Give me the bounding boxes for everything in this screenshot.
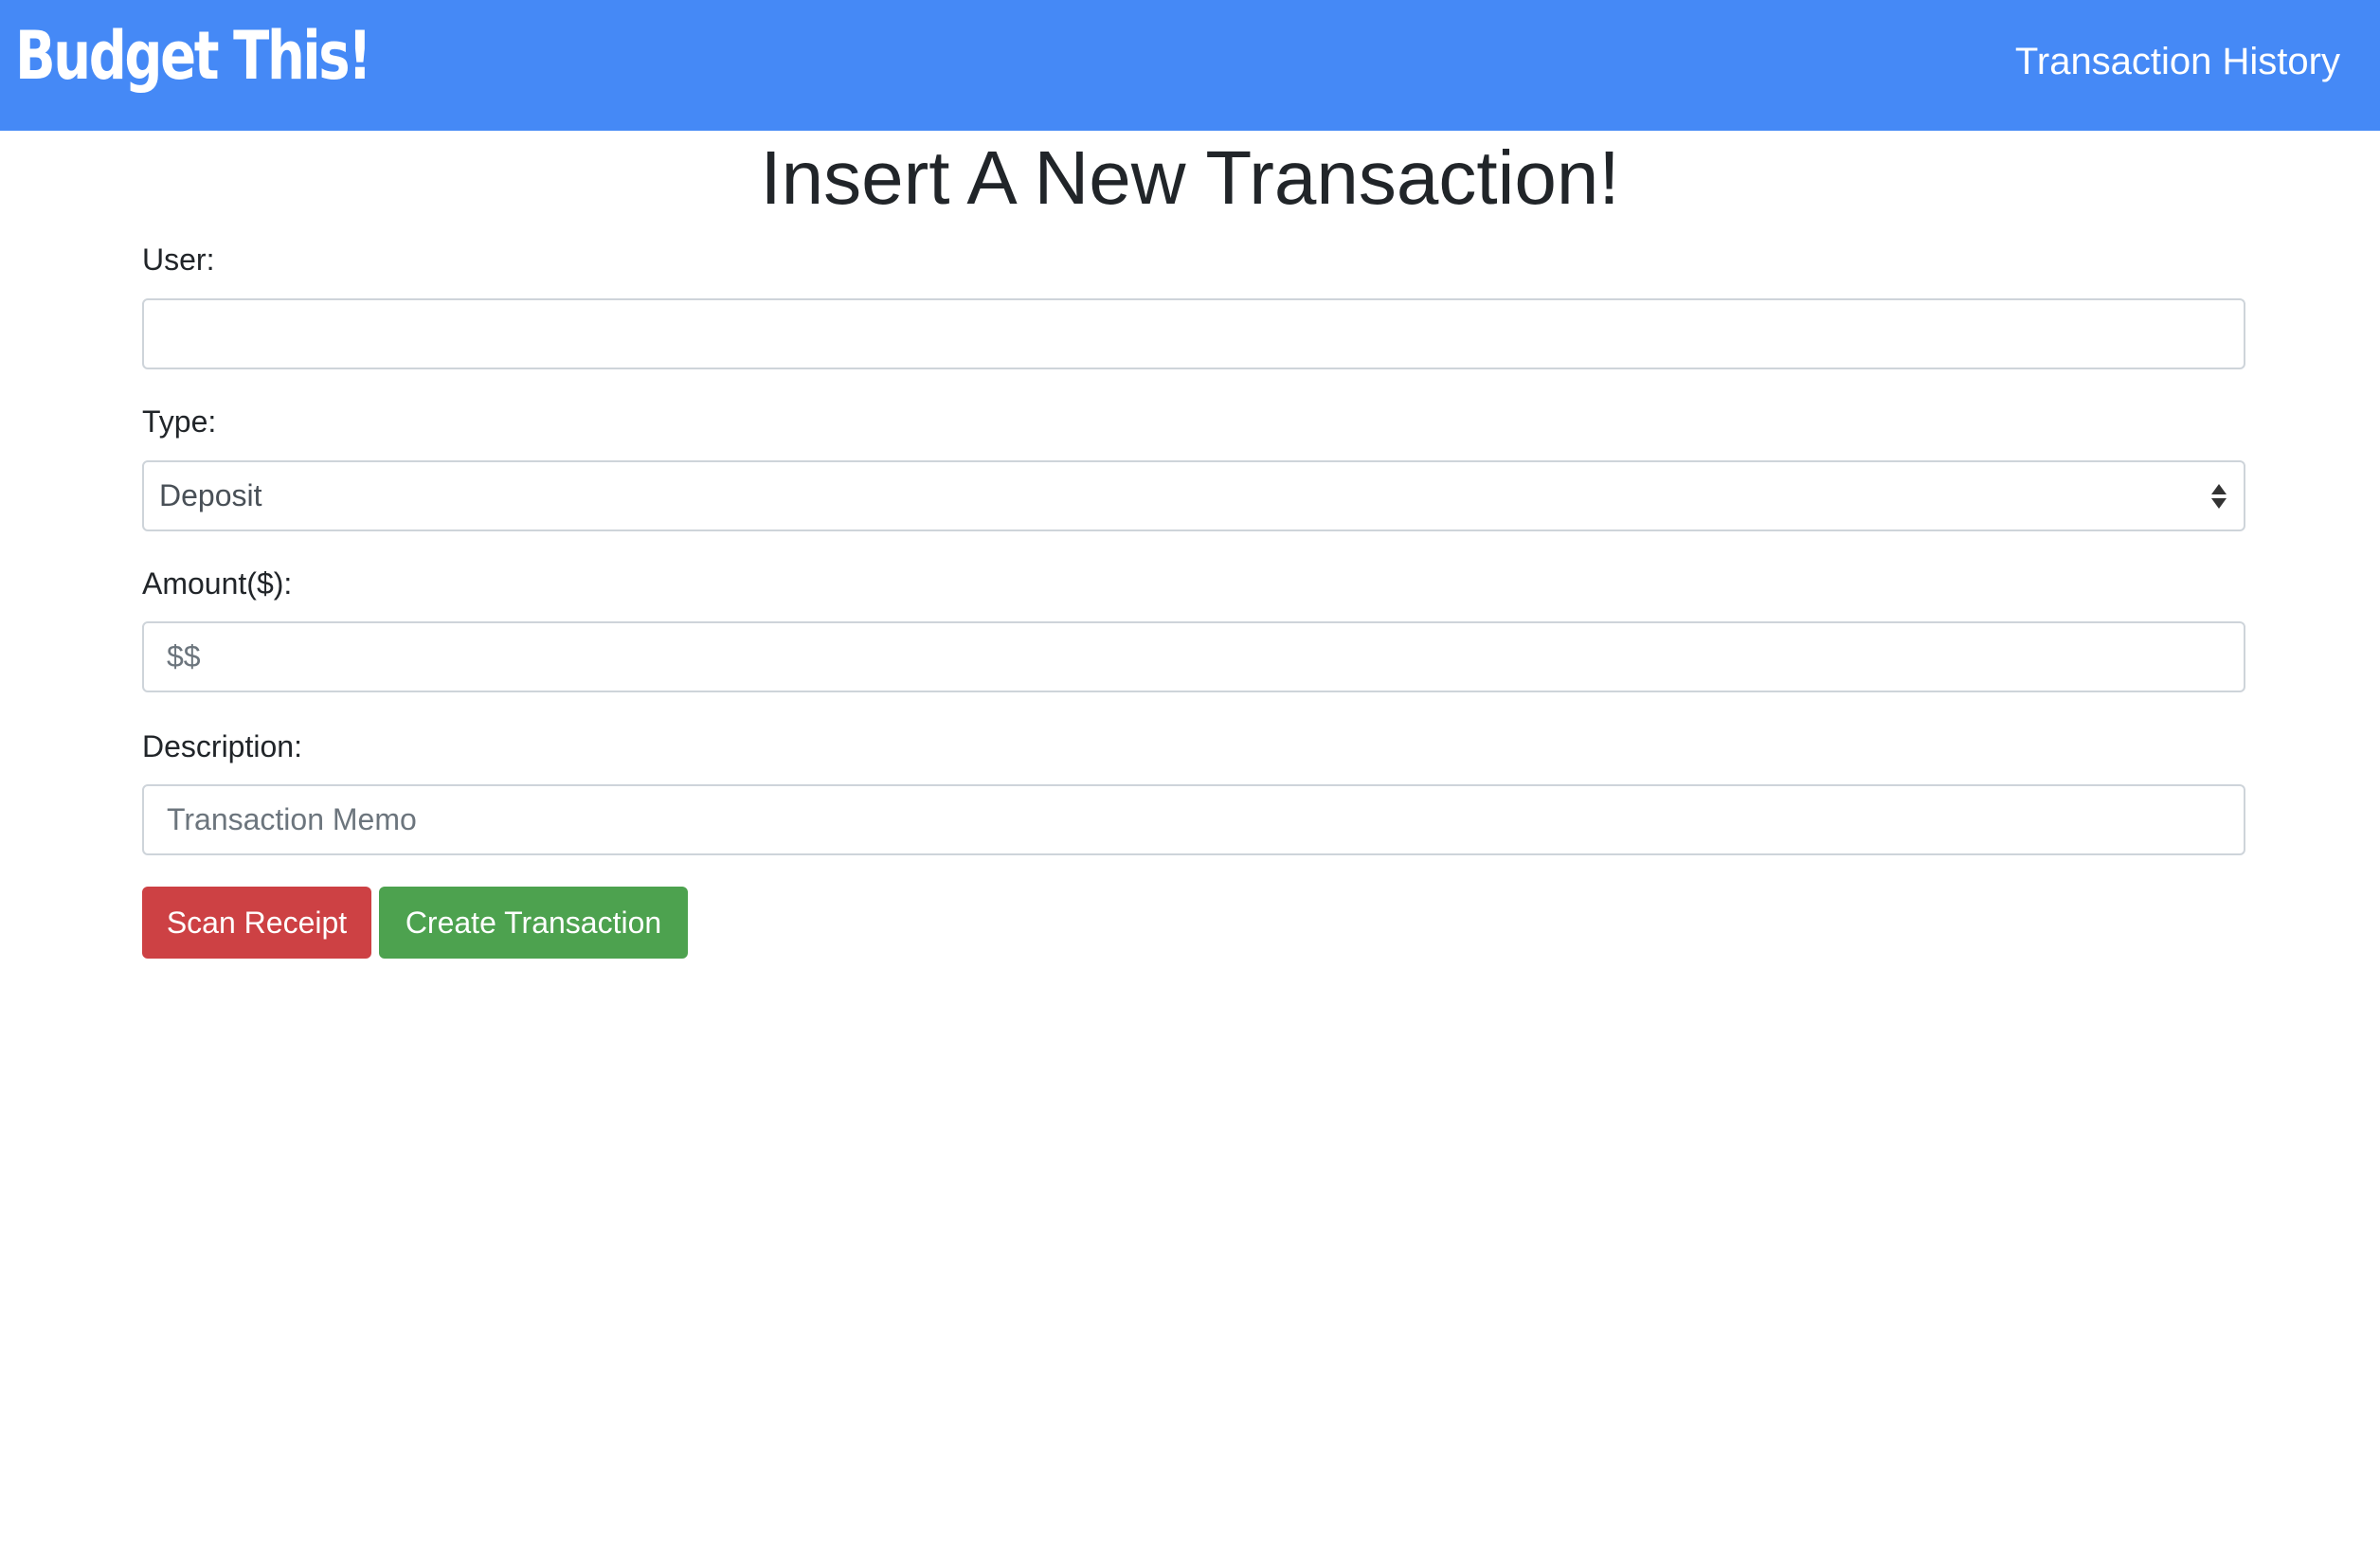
user-input[interactable]	[142, 298, 2245, 369]
type-select[interactable]: Deposit	[142, 460, 2245, 531]
type-label: Type:	[142, 404, 217, 439]
page-title: Insert A New Transaction!	[760, 135, 1620, 220]
nav-link-transaction-history[interactable]: Transaction History	[2015, 38, 2340, 85]
description-input[interactable]	[142, 784, 2245, 855]
amount-label: Amount($):	[142, 566, 293, 601]
create-transaction-button[interactable]: Create Transaction	[379, 887, 688, 959]
description-label: Description:	[142, 729, 302, 763]
amount-input[interactable]	[142, 621, 2245, 692]
brand-logo[interactable]: Budget This!	[15, 13, 372, 99]
select-arrows-icon	[2209, 483, 2228, 509]
type-select-value: Deposit	[159, 478, 262, 512]
user-label: User:	[142, 242, 215, 277]
scan-receipt-button[interactable]: Scan Receipt	[142, 887, 371, 959]
top-navbar: Budget This! Transaction History	[0, 0, 2380, 131]
